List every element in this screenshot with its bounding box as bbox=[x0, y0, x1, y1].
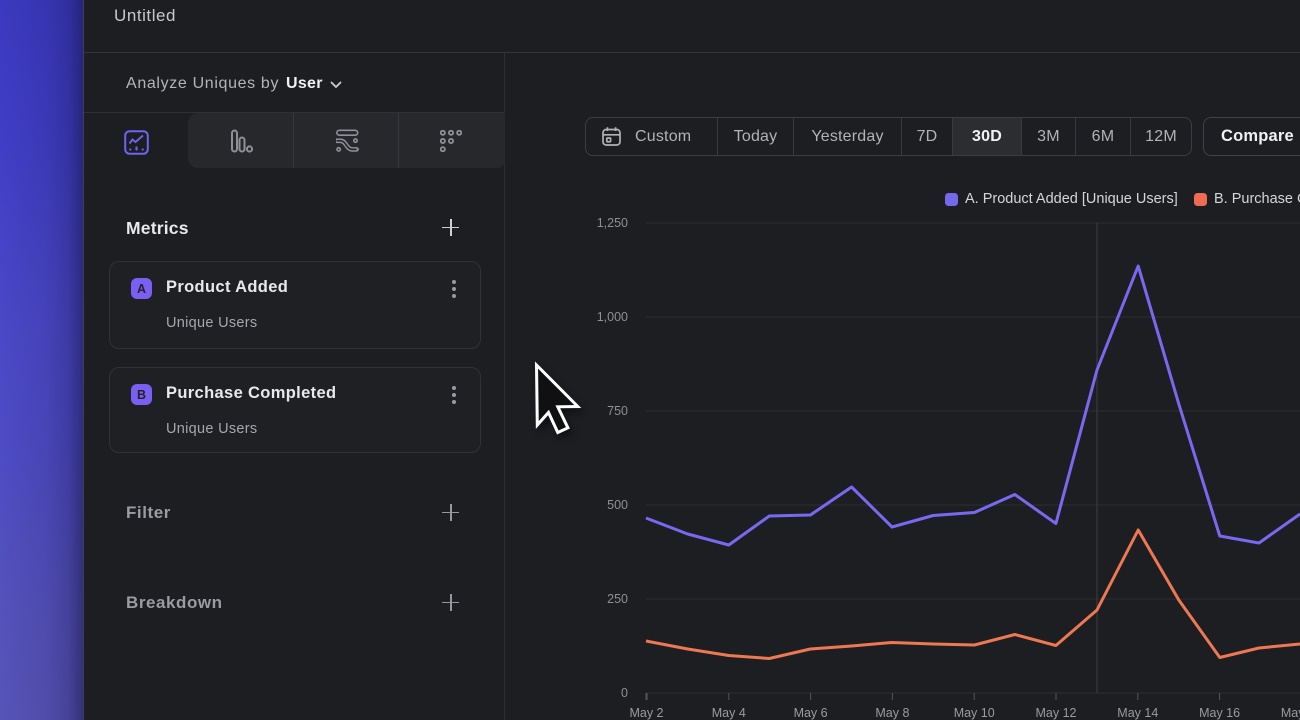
svg-text:500: 500 bbox=[607, 498, 628, 512]
svg-text:750: 750 bbox=[607, 404, 628, 418]
svg-text:250: 250 bbox=[607, 592, 628, 606]
svg-text:0: 0 bbox=[621, 686, 628, 700]
svg-text:May 14: May 14 bbox=[1117, 706, 1158, 720]
svg-text:May 18: May 18 bbox=[1281, 706, 1300, 720]
svg-text:May 12: May 12 bbox=[1036, 706, 1077, 720]
svg-text:May 6: May 6 bbox=[794, 706, 828, 720]
svg-text:May 4: May 4 bbox=[712, 706, 746, 720]
svg-text:May 2: May 2 bbox=[629, 706, 663, 720]
svg-text:May 8: May 8 bbox=[875, 706, 909, 720]
svg-text:1,000: 1,000 bbox=[597, 310, 628, 324]
svg-text:1,250: 1,250 bbox=[597, 216, 628, 230]
svg-text:May 10: May 10 bbox=[954, 706, 995, 720]
svg-text:May 16: May 16 bbox=[1199, 706, 1240, 720]
